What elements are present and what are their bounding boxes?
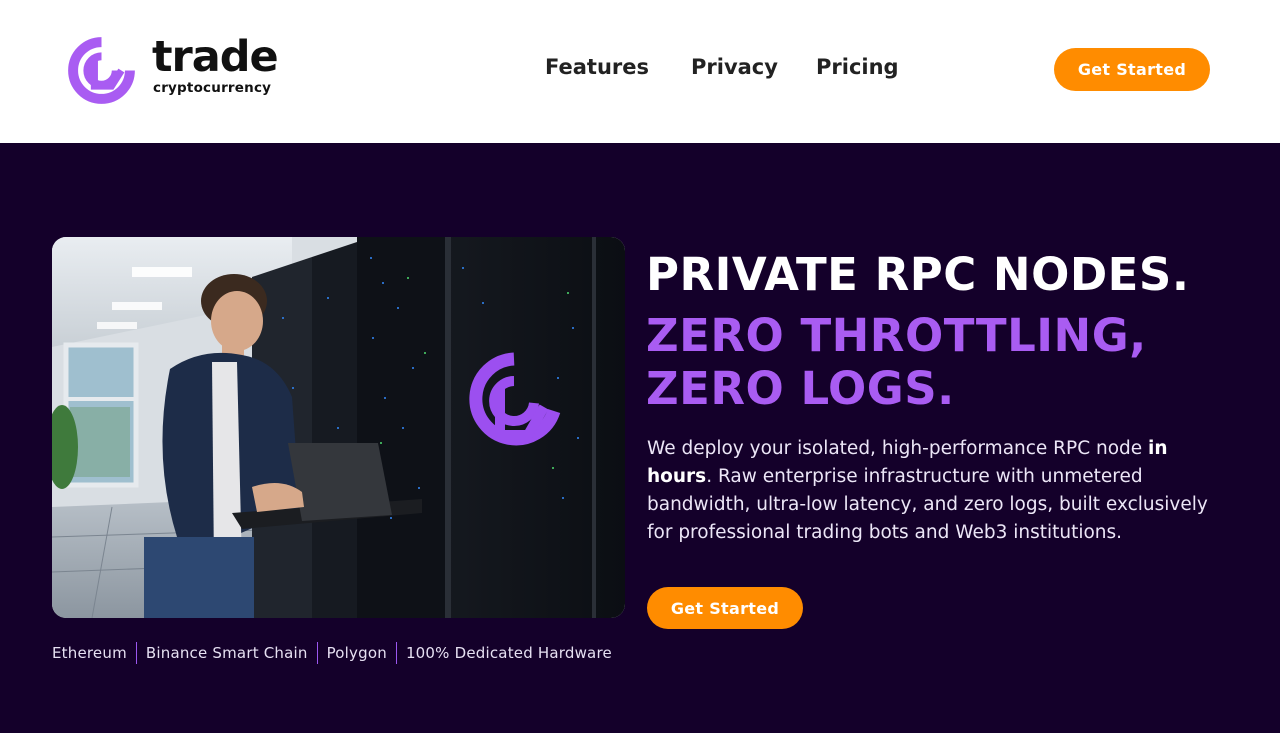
site-header: trade cryptocurrency Features Privacy Pr… bbox=[0, 0, 1280, 143]
header-get-started-button[interactable]: Get Started bbox=[1054, 48, 1210, 91]
hero-accent-line-2: ZERO LOGS. bbox=[646, 362, 955, 415]
nav-link-privacy[interactable]: Privacy bbox=[691, 55, 778, 79]
tag-dedicated-hardware: 100% Dedicated Hardware bbox=[405, 644, 612, 662]
hero-section: Ethereum Binance Smart Chain Polygon 100… bbox=[0, 143, 1280, 733]
hero-description: We deploy your isolated, high-performanc… bbox=[647, 435, 1222, 547]
hero-accent-line-1: ZERO THROTTLING, bbox=[646, 309, 1147, 362]
tag-bsc: Binance Smart Chain bbox=[145, 644, 308, 662]
hero-get-started-button[interactable]: Get Started bbox=[647, 587, 803, 629]
tag-ethereum: Ethereum bbox=[52, 644, 127, 662]
tag-divider bbox=[395, 642, 397, 664]
tag-divider bbox=[135, 642, 137, 664]
hero-accent-headline: ZERO THROTTLING, ZERO LOGS. bbox=[646, 309, 1266, 415]
tag-divider bbox=[316, 642, 318, 664]
hero-description-rest: . Raw enterprise infrastructure with unm… bbox=[647, 466, 1208, 543]
brand-tagline: cryptocurrency bbox=[153, 80, 272, 96]
hero-description-lead: We deploy your isolated, high-performanc… bbox=[647, 438, 1149, 459]
brand-name: trade bbox=[152, 32, 279, 82]
server-room-image bbox=[52, 237, 625, 618]
hero-headline: PRIVATE RPC NODES. bbox=[646, 248, 1190, 301]
brand-logo-icon bbox=[68, 37, 135, 104]
supported-chains-list: Ethereum Binance Smart Chain Polygon 100… bbox=[52, 640, 612, 666]
nav-link-pricing[interactable]: Pricing bbox=[816, 55, 899, 79]
tag-polygon: Polygon bbox=[326, 644, 387, 662]
nav-link-features[interactable]: Features bbox=[545, 55, 649, 79]
brand-logo[interactable]: trade cryptocurrency bbox=[66, 34, 296, 106]
